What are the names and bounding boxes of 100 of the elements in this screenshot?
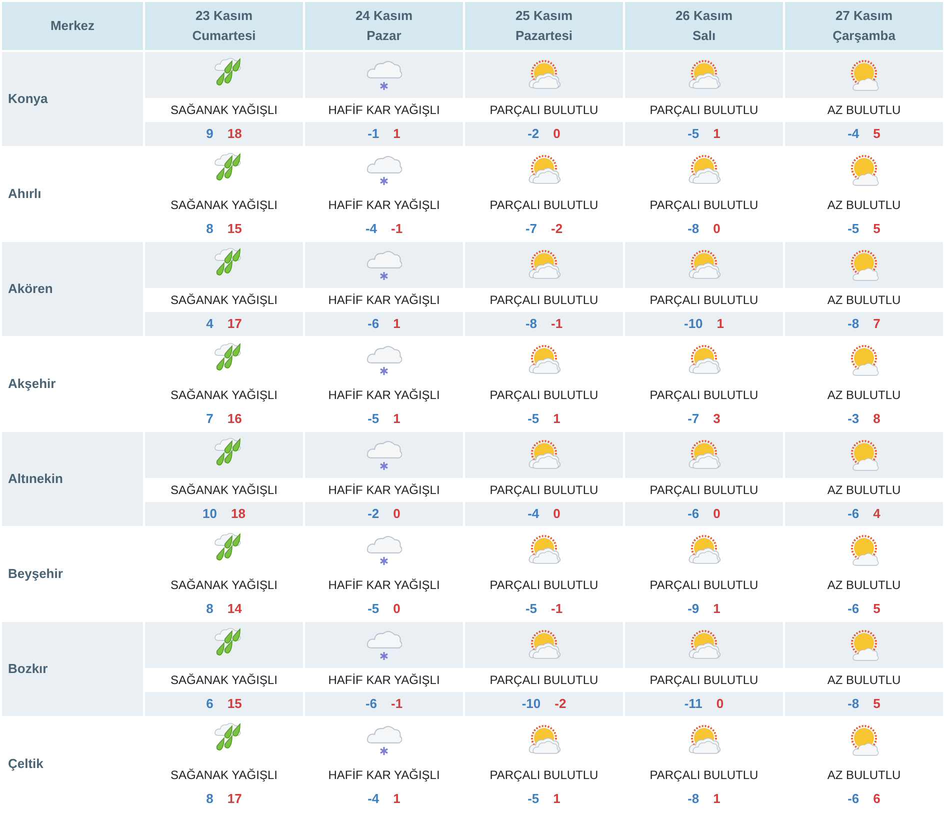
condition-text: AZ BULUTLU: [827, 672, 901, 689]
condition-text: SAĞANAK YAĞIŞLI: [170, 102, 278, 119]
high-temperature: 15: [227, 220, 242, 238]
condition-text: SAĞANAK YAĞIŞLI: [170, 292, 278, 309]
city-name: Konya: [8, 90, 48, 108]
condition-text: HAFİF KAR YAĞIŞLI: [328, 102, 440, 119]
low-temperature: -8: [848, 695, 860, 714]
low-temperature: -5: [368, 600, 380, 618]
weekday-heading: Pazartesi: [515, 27, 573, 45]
low-temperature: -6: [848, 505, 860, 524]
date-heading: 27 Kasım: [835, 7, 893, 25]
condition-text: PARÇALI BULUTLU: [650, 387, 758, 404]
date-heading: 26 Kasım: [675, 7, 733, 25]
low-temperature: -9: [688, 600, 700, 618]
condition-text: PARÇALI BULUTLU: [490, 102, 598, 119]
condition-text: PARÇALI BULUTLU: [490, 292, 598, 309]
low-temperature: 8: [206, 220, 214, 238]
high-temperature: 1: [393, 410, 400, 428]
condition-text: PARÇALI BULUTLU: [650, 767, 758, 784]
condition-text: SAĞANAK YAĞIŞLI: [170, 387, 278, 404]
low-temperature: 10: [202, 505, 217, 524]
condition-text: PARÇALI BULUTLU: [490, 577, 598, 594]
low-temperature: -3: [848, 410, 860, 428]
condition-text: AZ BULUTLU: [827, 102, 901, 119]
low-temperature: 8: [206, 790, 214, 808]
low-temperature: -7: [688, 410, 700, 428]
low-temperature: -2: [368, 505, 380, 524]
low-temperature: 8: [206, 600, 214, 618]
high-temperature: 17: [227, 790, 242, 808]
low-temperature: -6: [848, 790, 860, 808]
low-temperature: 6: [206, 695, 214, 714]
condition-text: PARÇALI BULUTLU: [650, 577, 758, 594]
low-temperature: -5: [848, 220, 860, 238]
condition-text: AZ BULUTLU: [827, 197, 901, 214]
high-temperature: 5: [873, 695, 880, 714]
high-temperature: -1: [391, 695, 403, 714]
low-temperature: -8: [525, 315, 537, 334]
high-temperature: -1: [391, 220, 403, 238]
low-temperature: -1: [368, 125, 380, 144]
condition-text: SAĞANAK YAĞIŞLI: [170, 767, 278, 784]
condition-text: PARÇALI BULUTLU: [490, 387, 598, 404]
high-temperature: 1: [716, 315, 724, 334]
city-name: Beyşehir: [8, 565, 63, 584]
condition-text: SAĞANAK YAĞIŞLI: [170, 577, 278, 594]
low-temperature: -2: [528, 125, 540, 144]
low-temperature: -5: [525, 600, 537, 618]
low-temperature: -5: [528, 410, 540, 428]
high-temperature: 0: [713, 220, 720, 238]
city-name: Ahırlı: [8, 185, 42, 204]
low-temperature: 4: [206, 315, 214, 334]
weekday-heading: Pazar: [366, 27, 402, 45]
weekday-heading: Cumartesi: [192, 27, 256, 45]
condition-text: PARÇALI BULUTLU: [490, 482, 598, 499]
date-heading: 23 Kasım: [195, 7, 253, 25]
condition-text: SAĞANAK YAĞIŞLI: [170, 197, 278, 214]
high-temperature: 1: [393, 790, 400, 808]
condition-text: PARÇALI BULUTLU: [490, 672, 598, 689]
condition-text: HAFİF KAR YAĞIŞLI: [328, 672, 440, 689]
high-temperature: -2: [551, 220, 563, 238]
condition-text: HAFİF KAR YAĞIŞLI: [328, 197, 440, 214]
condition-text: PARÇALI BULUTLU: [650, 292, 758, 309]
low-temperature: -4: [848, 125, 860, 144]
weekday-heading: Salı: [692, 27, 716, 45]
high-temperature: 0: [713, 505, 720, 524]
high-temperature: 6: [873, 790, 880, 808]
high-temperature: 17: [227, 315, 242, 334]
high-temperature: 3: [713, 410, 720, 428]
column-heading: Merkez: [50, 17, 95, 36]
high-temperature: 5: [873, 125, 880, 144]
low-temperature: 7: [206, 410, 214, 428]
condition-text: PARÇALI BULUTLU: [490, 767, 598, 784]
high-temperature: 1: [393, 125, 400, 144]
high-temperature: 8: [873, 410, 880, 428]
high-temperature: 1: [713, 790, 720, 808]
low-temperature: -8: [848, 315, 860, 334]
high-temperature: 18: [227, 125, 242, 144]
condition-text: PARÇALI BULUTLU: [490, 197, 598, 214]
low-temperature: -6: [848, 600, 860, 618]
high-temperature: 0: [553, 505, 560, 524]
condition-text: AZ BULUTLU: [827, 482, 901, 499]
date-heading: 25 Kasım: [515, 7, 573, 25]
low-temperature: -7: [525, 220, 537, 238]
low-temperature: -8: [688, 790, 700, 808]
high-temperature: 5: [873, 220, 880, 238]
low-temperature: -6: [365, 695, 377, 714]
low-temperature: -5: [368, 410, 380, 428]
low-temperature: -8: [688, 220, 700, 238]
high-temperature: 1: [713, 125, 720, 144]
high-temperature: 1: [553, 410, 560, 428]
high-temperature: 0: [393, 600, 400, 618]
condition-text: AZ BULUTLU: [827, 292, 901, 309]
condition-text: SAĞANAK YAĞIŞLI: [170, 482, 278, 499]
high-temperature: -1: [551, 600, 563, 618]
high-temperature: 1: [393, 315, 400, 334]
low-temperature: -6: [688, 505, 700, 524]
condition-text: PARÇALI BULUTLU: [650, 482, 758, 499]
high-temperature: 0: [393, 505, 400, 524]
low-temperature: -4: [365, 220, 377, 238]
city-name: Akören: [8, 280, 53, 298]
condition-text: AZ BULUTLU: [827, 387, 901, 404]
